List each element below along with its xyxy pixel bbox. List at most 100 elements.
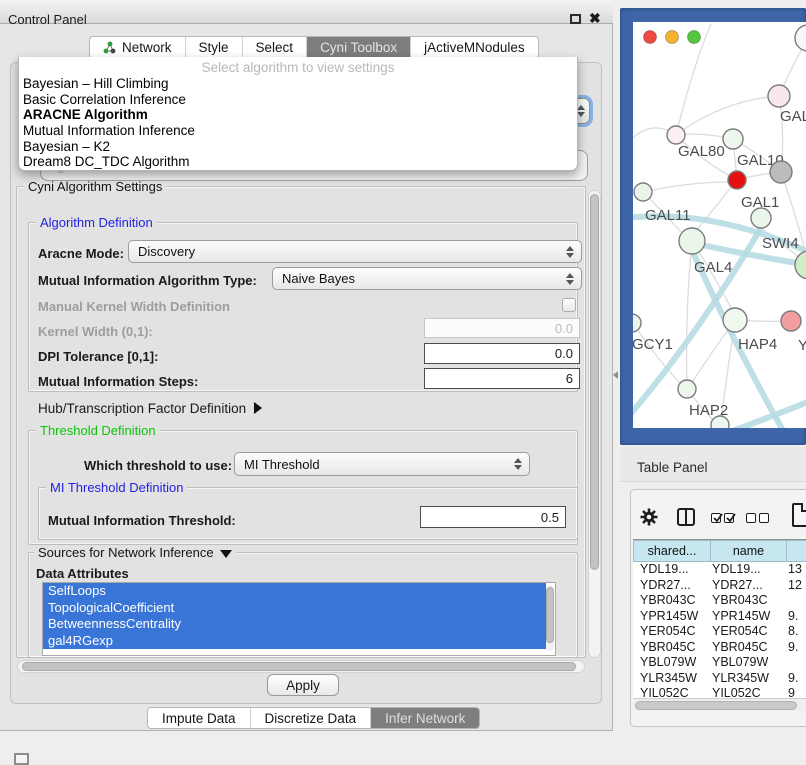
algorithm-dropdown-popup: Select algorithm to view settings Bayesi… [18, 57, 578, 171]
mi-steps-field[interactable]: 6 [424, 368, 580, 389]
manual-kernel-width-label: Manual Kernel Width Definition [38, 299, 230, 314]
network-node[interactable] [795, 25, 806, 51]
tab-label: Cyni Toolbox [320, 40, 397, 55]
hub-definition-label: Hub/Transcription Factor Definition [38, 401, 246, 416]
tab-cyni-toolbox[interactable]: Cyni Toolbox [306, 37, 410, 58]
data-attributes-list[interactable]: SelfLoopsTopologicalCoefficientBetweenne… [42, 582, 556, 656]
table-column-header[interactable]: name [711, 540, 787, 562]
bottom-left-partial-icon [14, 753, 29, 765]
combo-arrows-icon [563, 273, 581, 285]
network-node-gal80[interactable] [667, 126, 685, 144]
attribute-list-item[interactable]: gal4RGexp [43, 633, 546, 650]
panel-splitter-arrow-icon[interactable] [613, 371, 618, 379]
aracne-mode-combobox[interactable]: Discovery [128, 240, 582, 263]
deselect-all-checkbox-icon[interactable] [746, 513, 756, 523]
manual-kernel-width-checkbox[interactable] [562, 298, 576, 312]
dropdown-item[interactable]: Basic Correlation Inference [19, 92, 577, 108]
function-builder-icon[interactable] [792, 503, 806, 527]
tab-impute-data[interactable]: Impute Data [148, 708, 250, 728]
control-panel-title: Control Panel [8, 12, 87, 27]
network-node-gcy1[interactable] [633, 314, 641, 332]
network-node[interactable] [711, 416, 729, 428]
tab-style[interactable]: Style [185, 37, 242, 58]
network-node-y[interactable] [781, 311, 801, 331]
select-all-checkbox-icon[interactable] [711, 513, 721, 523]
table-cell: YBR043C [640, 593, 696, 609]
network-canvas[interactable]: GAL2GAL80GAL10GAL11SWI4GAL4GCY1HAP4YHAP2… [633, 22, 806, 428]
dropdown-item[interactable]: Dream8 DC_TDC Algorithm [19, 154, 577, 170]
settings-horizontal-scrollbar[interactable] [17, 660, 585, 673]
table-cell: YBR043C [712, 593, 768, 609]
mi-algorithm-type-combobox[interactable]: Naive Bayes [272, 267, 582, 290]
table-row[interactable]: YIL052CYIL052C9 [633, 686, 806, 698]
network-node-swi4[interactable] [751, 208, 771, 228]
network-node-gal2[interactable] [768, 85, 790, 107]
dropdown-item[interactable]: ARACNE Algorithm [19, 107, 577, 123]
table-column-header[interactable]: shared... [633, 540, 711, 562]
network-node[interactable] [770, 161, 792, 183]
network-edge[interactable] [643, 182, 729, 192]
table-row[interactable]: YER054CYER054C8. [633, 624, 806, 640]
table-rows[interactable]: YDL19...YDL19...13YDR27...YDR27...12YBR0… [633, 562, 806, 698]
float-window-icon[interactable] [570, 14, 581, 24]
close-icon[interactable]: ✖ [589, 10, 601, 27]
list-scrollbar[interactable] [546, 585, 554, 651]
data-attributes-label: Data Attributes [36, 566, 129, 581]
dropdown-item[interactable]: Bayesian – Hill Climbing [19, 76, 577, 92]
table-column-header[interactable] [787, 540, 806, 562]
gear-icon[interactable] [639, 507, 659, 527]
network-edge[interactable] [676, 96, 779, 135]
show-columns-icon[interactable] [677, 508, 695, 526]
dpi-tolerance-label: DPI Tolerance [0,1]: [38, 349, 158, 364]
network-node-gal4[interactable] [679, 228, 705, 254]
dropdown-prompt: Select algorithm to view settings [19, 59, 577, 76]
apply-button[interactable]: Apply [267, 674, 339, 696]
table-cell: YER054C [712, 624, 768, 640]
table-horizontal-scrollbar[interactable] [633, 698, 806, 711]
close-traffic-light-icon[interactable] [644, 31, 657, 44]
tab-select[interactable]: Select [242, 37, 307, 58]
tab-network[interactable]: Network [90, 37, 185, 58]
network-node-gal11[interactable] [634, 183, 652, 201]
tab-jactivemnodules[interactable]: jActiveMNodules [410, 37, 538, 58]
network-node-gal10[interactable] [723, 129, 743, 149]
network-edge-thick[interactable] [719, 400, 806, 428]
zoom-traffic-light-icon[interactable] [688, 31, 701, 44]
table-row[interactable]: YLR345WYLR345W9. [633, 671, 806, 687]
attribute-list-item[interactable]: SelfLoops [43, 583, 546, 600]
tab-label: Network [122, 40, 172, 55]
tab-infer-network[interactable]: Infer Network [370, 708, 479, 728]
algorithm-dropdown-items: Bayesian – Hill ClimbingBasic Correlatio… [19, 76, 577, 170]
network-edge[interactable] [687, 241, 692, 389]
combo-arrows-icon [577, 105, 585, 117]
table-cell: YLR345W [712, 671, 769, 687]
settings-vertical-scrollbar[interactable] [588, 190, 601, 658]
dpi-tolerance-field[interactable]: 0.0 [424, 343, 580, 364]
sources-group-title[interactable]: Sources for Network Inference [34, 545, 236, 560]
network-node-hap2[interactable] [678, 380, 696, 398]
collapse-arrow-icon [220, 550, 232, 558]
table-panel-title: Table Panel [637, 460, 708, 475]
mi-threshold-field[interactable]: 0.5 [420, 506, 566, 528]
table-row[interactable]: YBR045CYBR045C9. [633, 640, 806, 656]
attribute-list-item[interactable]: BetweennessCentrality [43, 616, 546, 633]
mi-algorithm-type-value: Naive Bayes [282, 271, 355, 286]
network-node[interactable] [728, 171, 746, 189]
network-node-hap4[interactable] [723, 308, 747, 332]
hub-definition-expander[interactable]: Hub/Transcription Factor Definition [38, 401, 262, 416]
attribute-list-item[interactable]: TopologicalCoefficient [43, 600, 546, 617]
table-row[interactable]: YBL079WYBL079W [633, 655, 806, 671]
minimize-traffic-light-icon[interactable] [666, 31, 679, 44]
node-label: GAL4 [694, 259, 732, 276]
table-row[interactable]: YDL19...YDL19...13 [633, 562, 806, 578]
dropdown-item[interactable]: Bayesian – K2 [19, 139, 577, 155]
which-threshold-combobox[interactable]: MI Threshold [234, 452, 530, 476]
table-row[interactable]: YBR043C YBR043C [633, 593, 806, 609]
select-all-checkbox-icon[interactable] [724, 513, 734, 523]
tab-discretize-data[interactable]: Discretize Data [250, 708, 371, 728]
dropdown-item[interactable]: Mutual Information Inference [19, 123, 577, 139]
combo-arrows-icon [563, 246, 581, 258]
table-row[interactable]: YPR145WYPR145W9. [633, 609, 806, 625]
deselect-all-checkbox-icon[interactable] [759, 513, 769, 523]
table-row[interactable]: YDR27...YDR27...12 [633, 578, 806, 594]
